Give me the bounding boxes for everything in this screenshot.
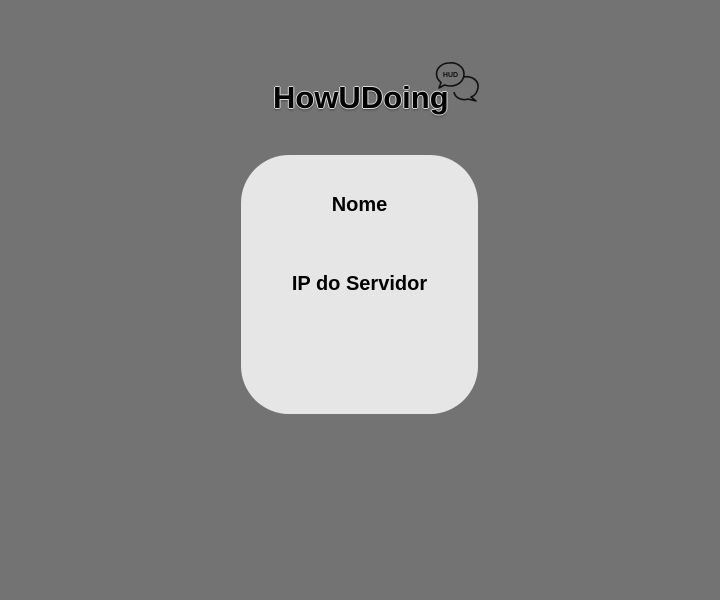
name-input[interactable] bbox=[279, 221, 440, 243]
logo-badge-text: HUD bbox=[443, 72, 458, 79]
server-ip-label: IP do Servidor bbox=[291, 273, 428, 295]
server-ip-field-group: IP do Servidor bbox=[241, 272, 478, 322]
app-logo: HowUDoing HUD bbox=[273, 60, 483, 122]
server-ip-input[interactable] bbox=[279, 300, 440, 322]
app-logo-text: HowUDoing bbox=[273, 80, 449, 115]
app-window: HowUDoing HUD Nome IP do Servidor bbox=[0, 0, 720, 600]
name-field-group: Nome bbox=[241, 193, 478, 243]
connection-card: Nome IP do Servidor bbox=[241, 155, 478, 414]
name-label: Nome bbox=[331, 194, 388, 216]
chat-bubbles-icon: HUD bbox=[435, 62, 479, 102]
